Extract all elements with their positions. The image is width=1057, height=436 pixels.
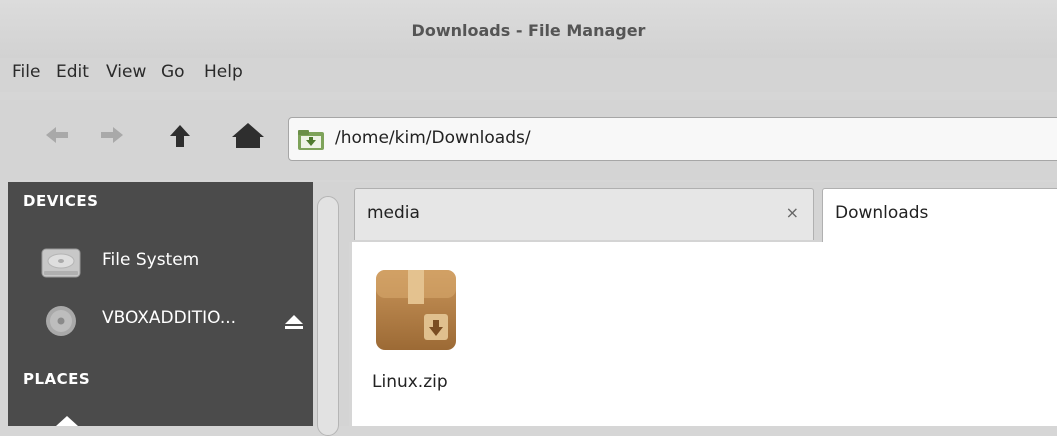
location-path[interactable]: /home/kim/Downloads/: [335, 128, 531, 148]
eject-icon[interactable]: [284, 314, 304, 330]
sidebar-scrollbar[interactable]: [317, 196, 339, 436]
tab-downloads[interactable]: Downloads: [822, 188, 1057, 242]
file-item[interactable]: Linux.zip: [366, 262, 466, 392]
arrow-right-icon: [101, 127, 123, 143]
menu-file[interactable]: File: [9, 62, 43, 82]
menu-view[interactable]: View: [103, 62, 149, 82]
hard-drive-icon: [41, 248, 81, 278]
devices-header: DEVICES: [23, 192, 99, 210]
menu-help[interactable]: Help: [201, 62, 246, 82]
home-button[interactable]: [230, 120, 266, 150]
sidebar-item-file-system[interactable]: File System: [40, 242, 310, 282]
file-name: Linux.zip: [372, 372, 448, 392]
places-header: PLACES: [23, 370, 91, 388]
arrow-left-icon: [46, 127, 68, 143]
back-button[interactable]: [42, 120, 72, 150]
archive-package-icon: [376, 270, 456, 350]
location-bar[interactable]: /home/kim/Downloads/: [288, 117, 1057, 161]
folder-icon: [56, 416, 78, 426]
menu-bar: File Edit View Go Help: [0, 58, 1057, 92]
file-view[interactable]: Linux.zip: [352, 242, 1057, 426]
arrow-up-icon: [170, 125, 190, 147]
sidebar-item-label: File System: [102, 250, 200, 270]
window-title: Downloads - File Manager: [411, 21, 646, 40]
tab-bar: media × Downloads: [349, 182, 1057, 242]
menu-edit[interactable]: Edit: [53, 62, 92, 82]
sidebar-item-label: VBOXADDITIO...: [102, 308, 237, 328]
tab-media[interactable]: media ×: [354, 188, 814, 240]
tab-label: Downloads: [835, 203, 929, 223]
sidebar-item-vboxadditions[interactable]: VBOXADDITIO...: [40, 300, 310, 340]
home-icon: [232, 123, 264, 148]
forward-button[interactable]: [97, 120, 127, 150]
up-button[interactable]: [165, 120, 195, 150]
close-tab-button[interactable]: ×: [786, 203, 799, 222]
optical-disc-icon: [46, 306, 76, 336]
downloads-folder-icon: [297, 129, 325, 151]
tab-label: media: [367, 203, 420, 223]
sidebar: DEVICES File System VBOXADDITIO... PLACE…: [8, 182, 313, 426]
title-bar: Downloads - File Manager: [0, 0, 1057, 58]
menu-go[interactable]: Go: [158, 62, 188, 82]
